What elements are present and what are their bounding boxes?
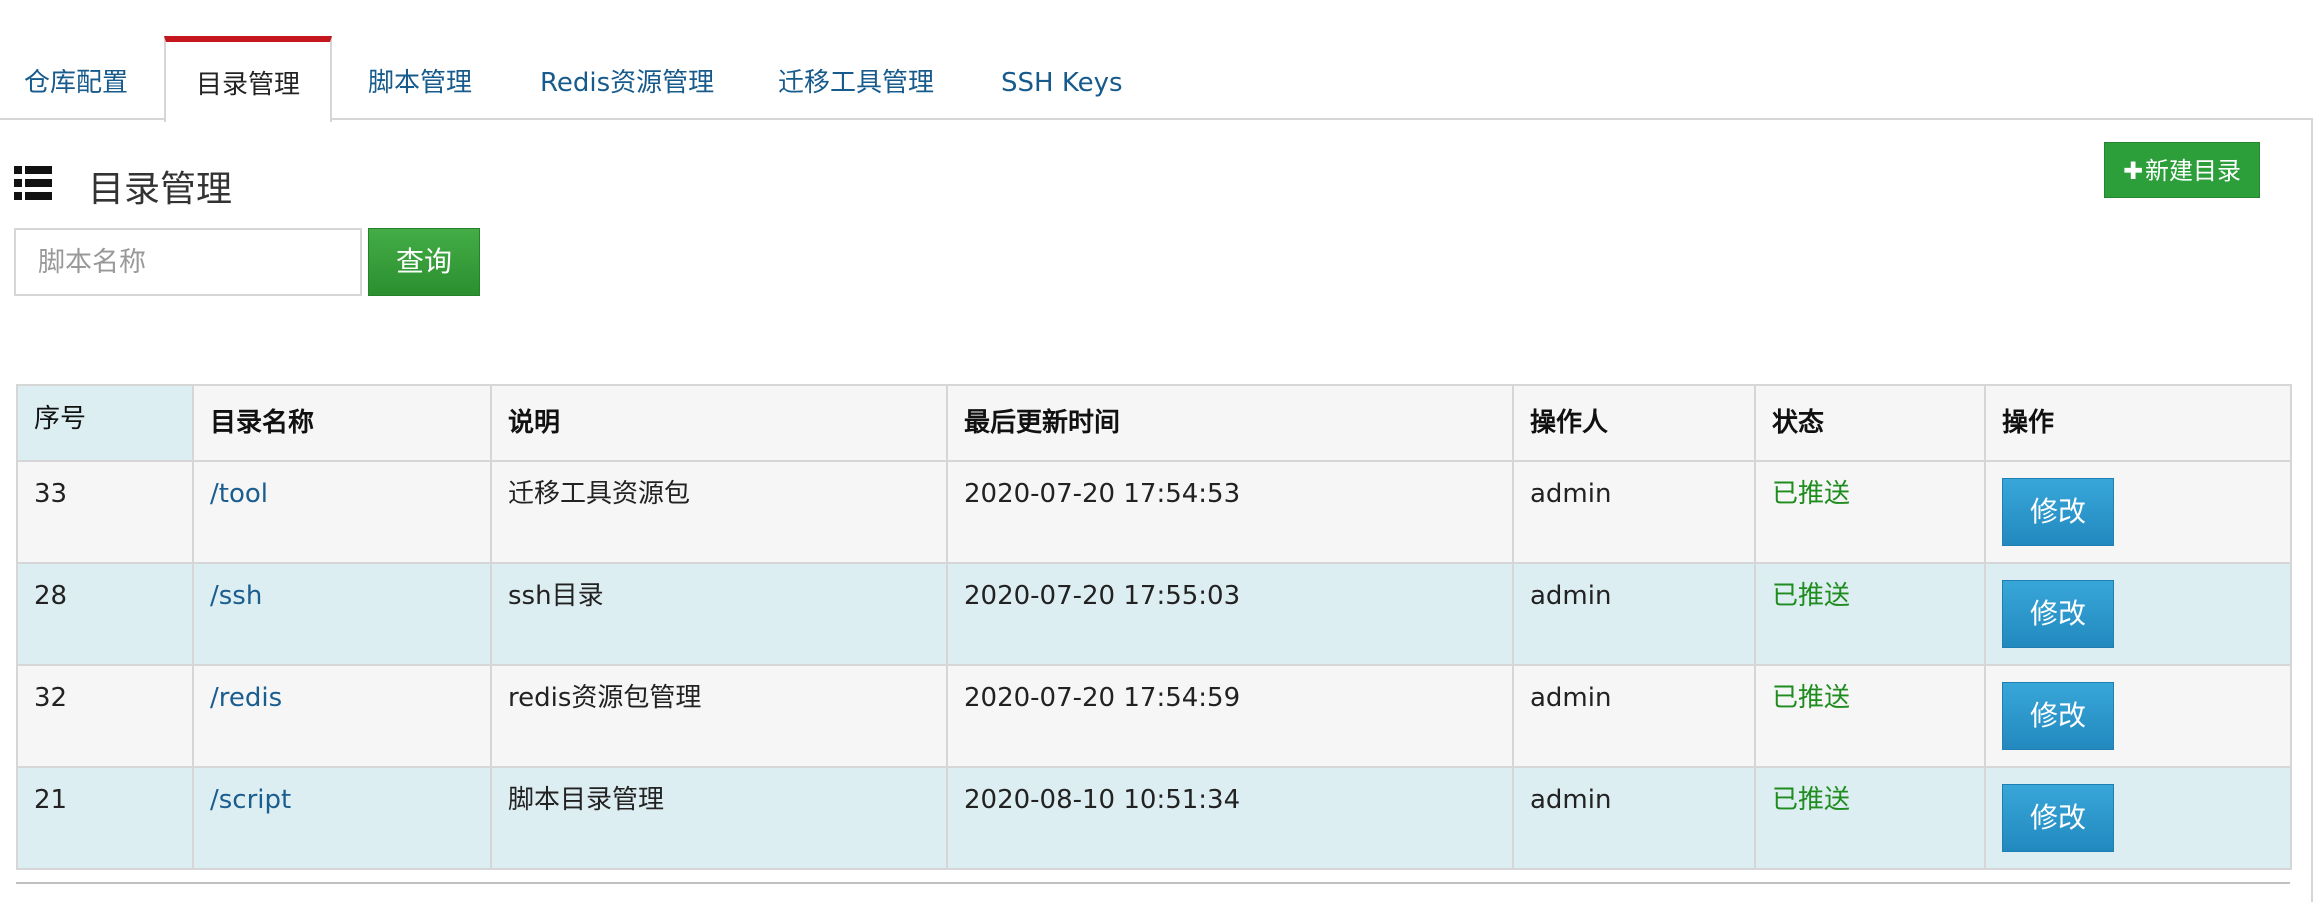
row-updated-time: 2020-07-20 17:54:53 [946,460,1514,564]
row-updated-time: 2020-07-20 17:54:59 [946,664,1514,768]
column-header-name[interactable]: 目录名称 [192,384,492,462]
row-operator: admin [1512,664,1756,768]
new-directory-label: 新建目录 [2145,157,2242,185]
row-description: ssh目录 [490,562,948,666]
row-id: 28 [16,562,194,666]
row-operator: admin [1512,460,1756,564]
new-directory-button[interactable]: ✚新建目录 [2104,142,2260,198]
list-icon [14,166,52,200]
status-text: 已推送 [1772,785,1851,815]
column-header-actions: 操作 [1984,384,2292,462]
directory-link[interactable]: /tool [210,479,268,509]
row-id: 33 [16,460,194,564]
edit-button[interactable]: 修改 [2002,682,2114,750]
directory-link[interactable]: /ssh [210,581,262,611]
tab-redis-resources[interactable]: Redis资源管理 [540,36,714,120]
status-text: 已推送 [1772,683,1851,713]
row-updated-time: 2020-07-20 17:55:03 [946,562,1514,666]
status-text: 已推送 [1772,581,1851,611]
column-header-operator[interactable]: 操作人 [1512,384,1756,462]
column-header-updated[interactable]: 最后更新时间 [946,384,1514,462]
script-name-search-input[interactable] [14,228,362,296]
directory-link[interactable]: /script [210,785,291,815]
query-button[interactable]: 查询 [368,228,480,296]
status-text: 已推送 [1772,479,1851,509]
plus-icon: ✚ [2122,157,2144,185]
row-id: 21 [16,766,194,870]
row-operator: admin [1512,562,1756,666]
row-operator: admin [1512,766,1756,870]
row-description: redis资源包管理 [490,664,948,768]
column-header-status[interactable]: 状态 [1754,384,1986,462]
edit-button[interactable]: 修改 [2002,478,2114,546]
tab-repo-config[interactable]: 仓库配置 [24,36,128,120]
tab-migration-tools[interactable]: 迁移工具管理 [778,36,934,120]
row-updated-time: 2020-08-10 10:51:34 [946,766,1514,870]
table-header-row: 序号 目录名称 说明 最后更新时间 操作人 状态 操作 [16,384,2292,462]
row-description: 迁移工具资源包 [490,460,948,564]
row-description: 脚本目录管理 [490,766,948,870]
tab-script-management[interactable]: 脚本管理 [368,36,472,120]
table-row: 32 /redis redis资源包管理 2020-07-20 17:54:59… [16,664,2292,768]
tab-directory-management[interactable]: 目录管理 [164,36,332,122]
directory-table: 序号 目录名称 说明 最后更新时间 操作人 状态 操作 33 /tool 迁移工… [16,384,2292,870]
table-row: 21 /script 脚本目录管理 2020-08-10 10:51:34 ad… [16,766,2292,870]
table-bottom-border [16,882,2290,884]
table-row: 33 /tool 迁移工具资源包 2020-07-20 17:54:53 adm… [16,460,2292,564]
row-id: 32 [16,664,194,768]
panel-border [2311,118,2313,902]
directory-link[interactable]: /redis [210,683,282,713]
page-title: 目录管理 [88,169,233,210]
tab-bar: 仓库配置 目录管理 脚本管理 Redis资源管理 迁移工具管理 SSH Keys [0,36,2312,122]
edit-button[interactable]: 修改 [2002,580,2114,648]
edit-button[interactable]: 修改 [2002,784,2114,852]
column-header-description[interactable]: 说明 [490,384,948,462]
tab-ssh-keys[interactable]: SSH Keys [1001,36,1123,120]
column-header-id[interactable]: 序号 [16,384,194,462]
table-row: 28 /ssh ssh目录 2020-07-20 17:55:03 admin … [16,562,2292,666]
